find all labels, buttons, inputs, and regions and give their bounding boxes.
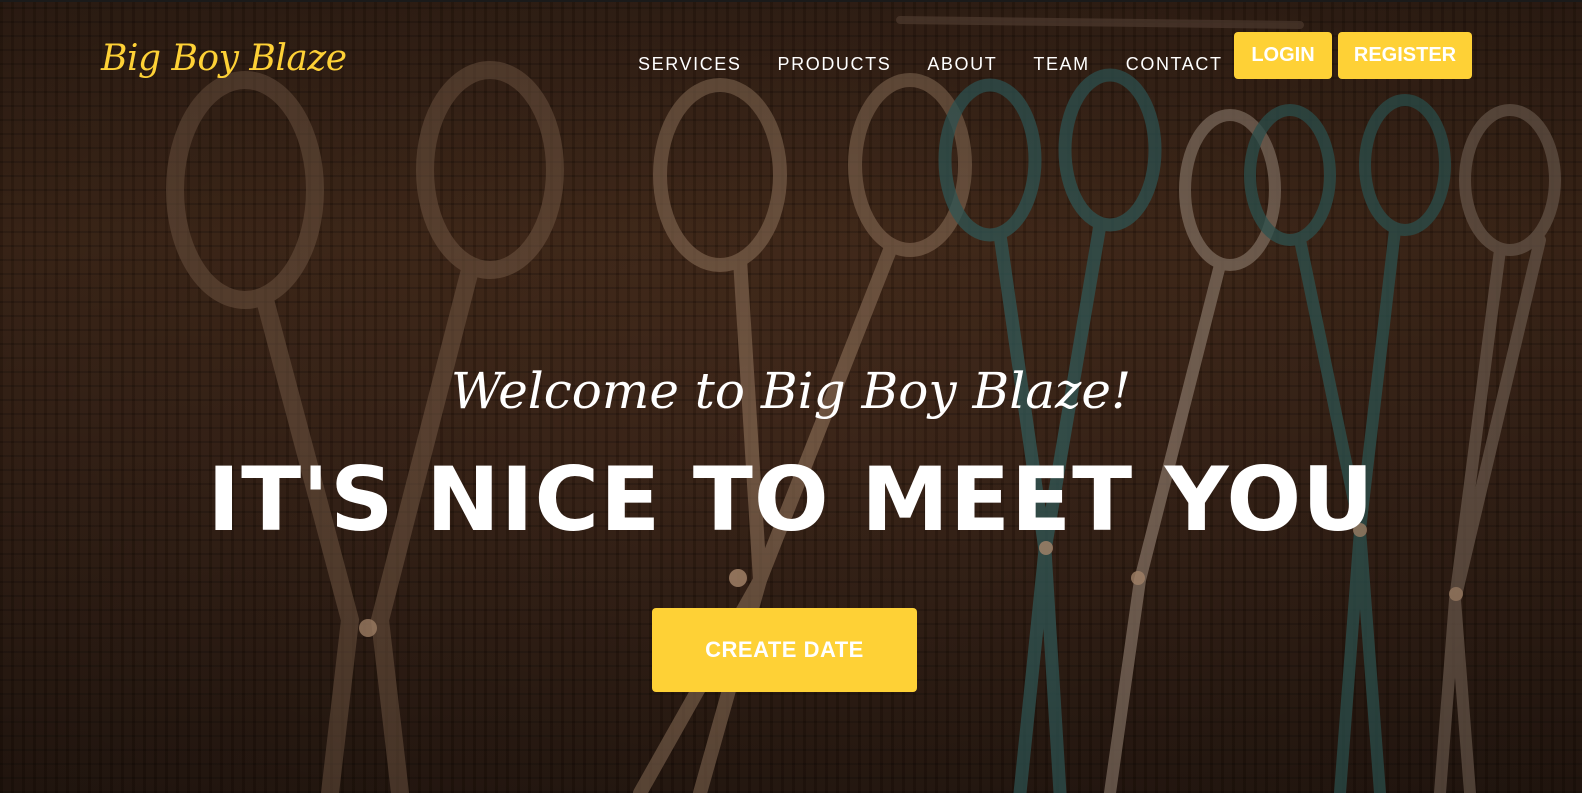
brand-logo[interactable]: Big Boy Blaze xyxy=(101,38,347,79)
login-button[interactable]: LOGIN xyxy=(1234,32,1332,79)
register-button[interactable]: REGISTER xyxy=(1338,32,1472,79)
hero-headline: IT'S NICE TO MEET YOU xyxy=(207,448,1375,551)
main-nav: SERVICES PRODUCTS ABOUT TEAM CONTACT xyxy=(638,54,1259,75)
nav-item-team[interactable]: TEAM xyxy=(1033,54,1089,75)
create-date-button[interactable]: CREATE DATE xyxy=(652,608,917,692)
nav-item-products[interactable]: PRODUCTS xyxy=(778,54,892,75)
hero-welcome-text: Welcome to Big Boy Blaze! xyxy=(450,362,1132,420)
nav-item-about[interactable]: ABOUT xyxy=(927,54,997,75)
hero-section: Big Boy Blaze SERVICES PRODUCTS ABOUT TE… xyxy=(0,0,1582,793)
nav-item-contact[interactable]: CONTACT xyxy=(1126,54,1223,75)
nav-item-services[interactable]: SERVICES xyxy=(638,54,742,75)
top-border xyxy=(0,0,1582,2)
